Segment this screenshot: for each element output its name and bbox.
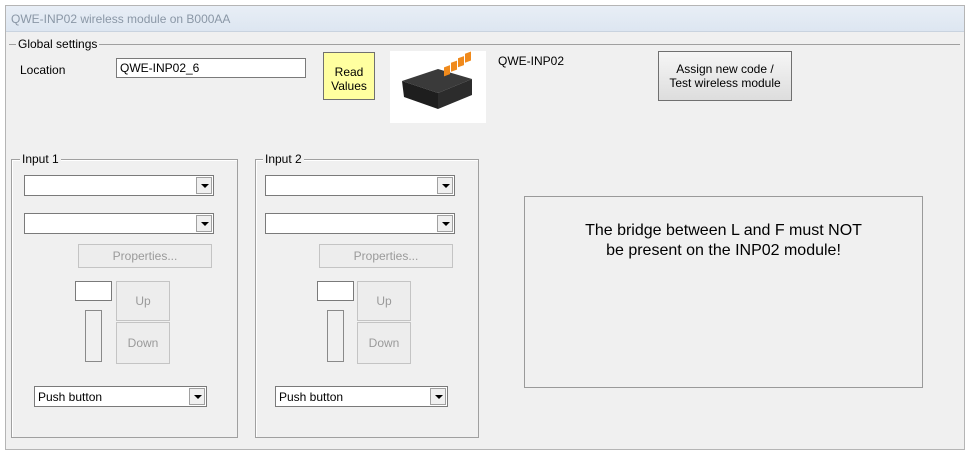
input2-up-button[interactable]: Up	[357, 281, 411, 321]
input2-properties-button[interactable]: Properties...	[319, 244, 453, 268]
chevron-down-icon[interactable]	[437, 215, 453, 232]
title-bar: QWE-INP02 wireless module on B000AA	[6, 6, 964, 32]
assign-code-button[interactable]: Assign new code / Test wireless module	[658, 51, 792, 101]
device-image	[390, 51, 486, 123]
input2-combo-2[interactable]	[265, 213, 455, 234]
location-label: Location	[20, 63, 66, 77]
input1-up-label: Up	[135, 294, 151, 308]
notice-panel: The bridge between L and F must NOT be p…	[524, 196, 923, 388]
chevron-down-icon[interactable]	[196, 177, 212, 194]
input2-down-label: Down	[368, 336, 400, 350]
input1-down-label: Down	[127, 336, 159, 350]
location-value: QWE-INP02_6	[120, 61, 200, 75]
window-title: QWE-INP02 wireless module on B000AA	[11, 12, 231, 26]
input1-properties-button[interactable]: Properties...	[78, 244, 212, 268]
location-input[interactable]: QWE-INP02_6	[116, 58, 306, 78]
input1-legend: Input 1	[20, 152, 61, 166]
input1-slider-track[interactable]	[85, 310, 102, 362]
input2-legend: Input 2	[263, 152, 304, 166]
notice-line2: be present on the INP02 module!	[606, 242, 841, 259]
input2-mode-select[interactable]: Push button	[275, 386, 448, 407]
chevron-down-icon[interactable]	[430, 388, 446, 405]
module-window: QWE-INP02 wireless module on B000AA Glob…	[5, 5, 965, 450]
assign-line2: Test wireless module	[669, 76, 781, 90]
input2-down-button[interactable]: Down	[357, 322, 411, 364]
input1-combo-1[interactable]	[24, 175, 214, 196]
read-values-line2: Values	[331, 79, 367, 93]
input1-properties-label: Properties...	[112, 249, 178, 263]
notice-line1: The bridge between L and F must NOT	[585, 222, 862, 239]
input1-mode-value: Push button	[38, 390, 103, 404]
input2-small-field[interactable]	[317, 281, 354, 301]
input2-slider-track[interactable]	[327, 310, 344, 362]
input1-mode-select[interactable]: Push button	[34, 386, 207, 407]
input1-down-button[interactable]: Down	[116, 322, 170, 364]
input2-properties-label: Properties...	[353, 249, 419, 263]
read-values-button[interactable]: Read Values	[323, 52, 375, 100]
read-values-line1: Read	[334, 65, 364, 79]
chevron-down-icon[interactable]	[189, 388, 205, 405]
chevron-down-icon[interactable]	[196, 215, 212, 232]
input2-up-label: Up	[376, 294, 392, 308]
input2-mode-value: Push button	[279, 390, 344, 404]
assign-line1: Assign new code /	[676, 62, 774, 76]
notice-text: The bridge between L and F must NOT be p…	[525, 221, 922, 261]
global-settings-legend: Global settings	[16, 37, 100, 51]
input1-combo-2[interactable]	[24, 213, 214, 234]
chevron-down-icon[interactable]	[437, 177, 453, 194]
device-name: QWE-INP02	[498, 54, 565, 68]
input1-up-button[interactable]: Up	[116, 281, 170, 321]
input2-combo-1[interactable]	[265, 175, 455, 196]
input1-small-field[interactable]	[75, 281, 112, 301]
inp02-module-icon	[402, 51, 472, 109]
